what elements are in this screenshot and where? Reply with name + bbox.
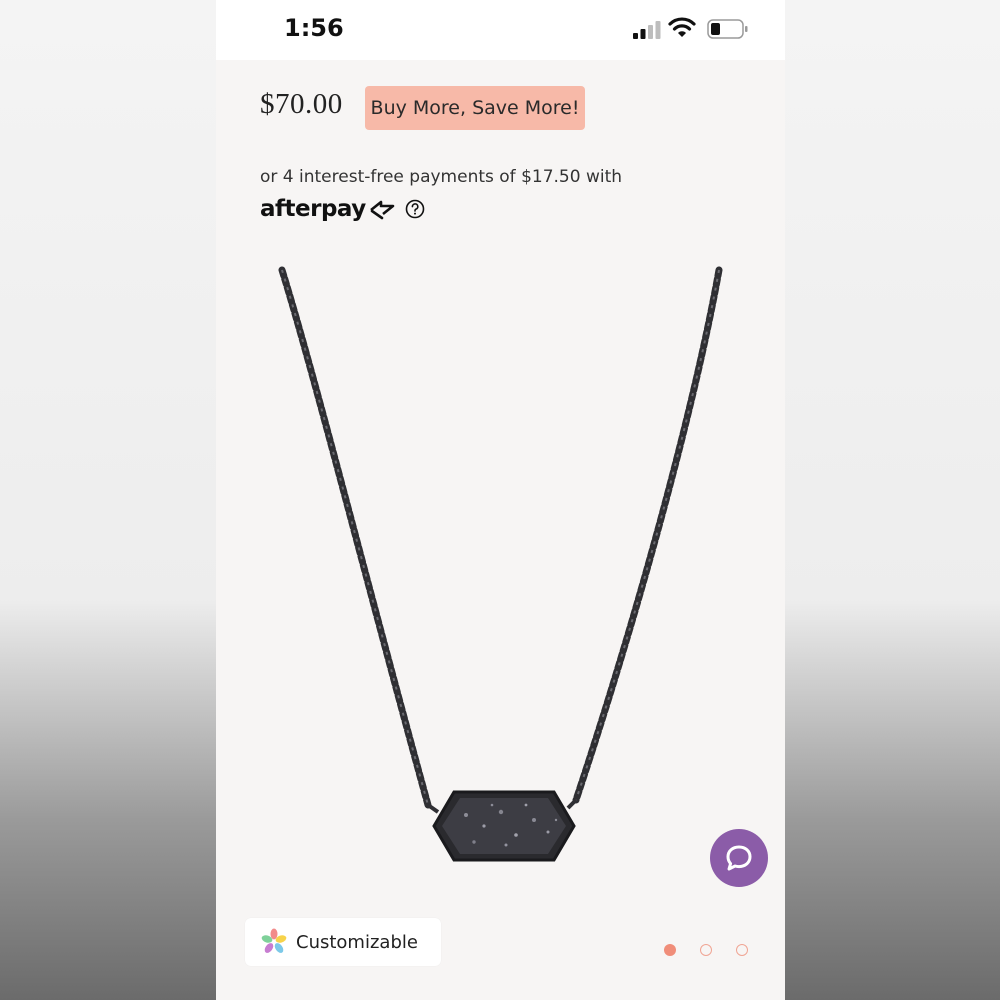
afterpay-row: afterpay: [260, 194, 425, 224]
promo-badge[interactable]: Buy More, Save More!: [365, 86, 585, 130]
battery-icon: [707, 19, 748, 39]
necklace-chain-right: [572, 266, 723, 804]
product-price: $70.00: [260, 88, 343, 120]
status-bar: 1:56: [216, 0, 785, 60]
phone-screen: 1:56 $70.00 Buy More, Save More! or 4 in…: [216, 0, 785, 1000]
status-time: 1:56: [284, 14, 344, 42]
question-circle-icon[interactable]: [405, 199, 425, 219]
installment-text: or 4 interest-free payments of $17.50 wi…: [260, 167, 623, 187]
afterpay-logo: afterpay: [260, 196, 366, 222]
pager-dot-3[interactable]: [736, 944, 748, 956]
afterpay-mark-icon: [369, 200, 395, 220]
pager-dot-2[interactable]: [700, 944, 712, 956]
customizable-label: Customizable: [296, 931, 418, 953]
necklace-chain-left: [278, 266, 432, 809]
necklace-pendant: [432, 790, 576, 862]
necklace-product-image[interactable]: [216, 260, 785, 920]
backdrop-left: [0, 0, 216, 1000]
cellular-signal-icon: [633, 21, 661, 39]
pager-dot-1[interactable]: [664, 944, 676, 956]
chat-button[interactable]: [710, 829, 768, 887]
flower-icon: [261, 928, 287, 953]
customizable-chip[interactable]: Customizable: [245, 918, 441, 966]
wifi-icon: [668, 17, 696, 37]
chat-bubble-icon: [726, 845, 752, 871]
backdrop-right: [785, 0, 1000, 1000]
carousel-pager: [664, 944, 748, 956]
